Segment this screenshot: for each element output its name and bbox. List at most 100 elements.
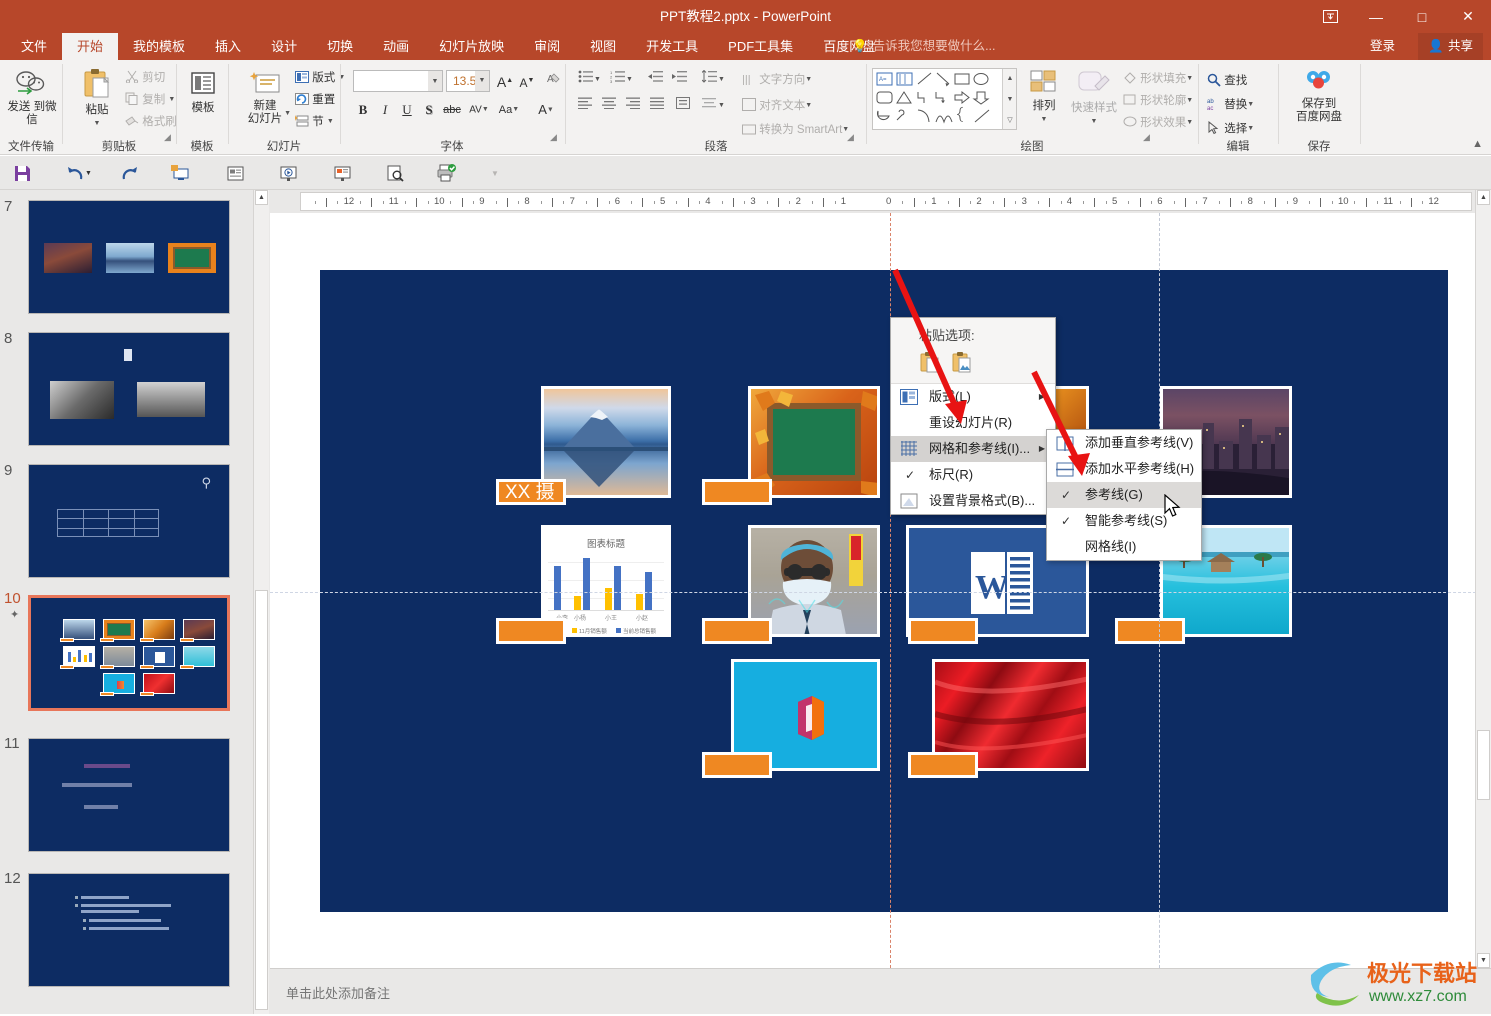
- context-menu-item-layout[interactable]: 版式(L) ▶: [891, 384, 1055, 410]
- vertical-guide-line-secondary[interactable]: [1159, 213, 1160, 968]
- increase-font-size-button[interactable]: A▲: [495, 71, 515, 91]
- arrange-button[interactable]: 排列 ▼: [1022, 68, 1066, 134]
- tab-insert[interactable]: 插入: [200, 33, 256, 60]
- present-icon[interactable]: [328, 160, 356, 186]
- canvas-scroll-up-icon[interactable]: ▲: [1477, 190, 1490, 205]
- paste-picture-icon[interactable]: [951, 351, 973, 376]
- underline-button[interactable]: U: [397, 100, 417, 120]
- tell-me-box[interactable]: 💡告诉我您想要做什么...: [852, 33, 996, 60]
- align-text-button[interactable]: 对齐文本▼: [742, 96, 826, 116]
- shape-gallery-more-icon[interactable]: ▽: [1003, 112, 1017, 128]
- convert-to-smartart-button[interactable]: 转换为 SmartArt▼: [742, 120, 852, 140]
- beach-caption[interactable]: [1115, 618, 1185, 644]
- numbering-button[interactable]: 123▼: [610, 70, 636, 90]
- maximize-button[interactable]: □: [1399, 0, 1445, 33]
- clipboard-dialog-launcher[interactable]: ◢: [164, 132, 173, 141]
- reset-button[interactable]: 重置: [295, 90, 339, 110]
- format-painter-button[interactable]: 格式刷: [125, 112, 173, 132]
- decrease-indent-button[interactable]: [648, 70, 670, 90]
- horizontal-ruler[interactable]: 1211109876543210123456789101112: [300, 192, 1472, 211]
- paste-button[interactable]: 粘贴 ▼: [73, 66, 121, 136]
- context-menu-item-grid-and-guides[interactable]: 网格和参考线(I)... ▶: [891, 436, 1055, 462]
- close-button[interactable]: ✕: [1445, 0, 1491, 33]
- redo-icon[interactable]: [114, 160, 142, 186]
- shape-gallery-scrollbar[interactable]: ▲ ▼ ▽: [1002, 69, 1016, 129]
- font-size-dropdown-arrow[interactable]: ▼: [475, 71, 489, 91]
- text-direction-button[interactable]: ||| 文字方向▼: [742, 70, 826, 90]
- arrange-dropdown-arrow[interactable]: ▼: [1041, 116, 1048, 123]
- shape-scroll-down-icon[interactable]: ▼: [1003, 91, 1017, 107]
- start-from-beginning-icon[interactable]: [166, 160, 194, 186]
- line-spacing-button[interactable]: ▼: [702, 70, 732, 90]
- print-icon[interactable]: [433, 160, 461, 186]
- character-spacing-button[interactable]: AV▼: [465, 100, 493, 120]
- doctor-caption[interactable]: [702, 618, 772, 644]
- clear-formatting-button[interactable]: A: [543, 71, 563, 91]
- thumbnail-scroll-up-icon[interactable]: ▲: [255, 190, 268, 205]
- slideshow-icon[interactable]: [274, 160, 302, 186]
- section-button[interactable]: 节 ▼: [295, 112, 339, 132]
- autumn-blackboard-caption[interactable]: [702, 479, 772, 505]
- font-name-dropdown-arrow[interactable]: ▼: [428, 71, 442, 91]
- office-logo-caption[interactable]: [702, 752, 772, 778]
- cut-button[interactable]: 剪切: [125, 68, 173, 88]
- bullets-button[interactable]: ▼: [578, 70, 604, 90]
- font-size-input[interactable]: 13.5 ▼: [446, 70, 490, 92]
- word-logo-caption[interactable]: [908, 618, 978, 644]
- red-silk-caption[interactable]: [908, 752, 978, 778]
- canvas-scrollbar-thumb[interactable]: [1477, 730, 1490, 800]
- columns-button[interactable]: ▼: [702, 96, 732, 116]
- send-to-wechat-button[interactable]: 发送 到微信: [6, 66, 58, 136]
- paste-dropdown-arrow[interactable]: ▼: [73, 117, 121, 130]
- change-case-button[interactable]: Aa▼: [495, 100, 523, 120]
- template-button[interactable]: 模板: [183, 66, 223, 136]
- justify-button[interactable]: [650, 96, 672, 116]
- find-button[interactable]: 查找: [1207, 70, 1271, 92]
- bold-button[interactable]: B: [353, 100, 373, 120]
- collapse-ribbon-button[interactable]: ▲: [1472, 138, 1483, 150]
- align-center-button[interactable]: [602, 96, 624, 116]
- new-slide-icon[interactable]: [221, 160, 249, 186]
- select-button[interactable]: 选择▼: [1207, 118, 1271, 140]
- copy-dropdown-arrow[interactable]: ▼: [168, 96, 175, 103]
- save-icon[interactable]: [8, 160, 36, 186]
- submenu-item-gridlines[interactable]: 网格线(I): [1047, 534, 1201, 560]
- tab-my-templates[interactable]: 我的模板: [118, 33, 200, 60]
- context-menu-item-ruler[interactable]: ✓ 标尺(R): [891, 462, 1055, 488]
- canvas-vertical-scrollbar[interactable]: ▲ ▼: [1475, 190, 1491, 968]
- preview-icon[interactable]: [381, 160, 409, 186]
- align-left-button[interactable]: [578, 96, 600, 116]
- shape-fill-button[interactable]: 形状填充▼: [1123, 69, 1195, 89]
- tab-home[interactable]: 开始: [62, 33, 118, 60]
- italic-button[interactable]: I: [375, 100, 395, 120]
- horizontal-guide-line[interactable]: [270, 592, 1491, 593]
- undo-dropdown-arrow[interactable]: ▼: [82, 160, 95, 186]
- context-menu[interactable]: 粘贴选项: 版式(L) ▶ 重设幻灯片(R) 网格和参考线(I)... ▶ ✓ …: [890, 317, 1056, 515]
- drawing-dialog-launcher[interactable]: ◢: [1143, 132, 1152, 141]
- bar-chart-caption[interactable]: [496, 618, 566, 644]
- share-button[interactable]: 👤共享: [1418, 33, 1483, 60]
- thumbnail-scrollbar-thumb[interactable]: [255, 590, 268, 1010]
- slide-editing-surface[interactable]: XX 摄 图表标题: [320, 270, 1448, 912]
- tab-transitions[interactable]: 切换: [312, 33, 368, 60]
- save-to-baidu-netdisk-button[interactable]: 保存到 百度网盘: [1287, 66, 1351, 136]
- context-menu-item-format-background[interactable]: 设置背景格式(B)...: [891, 488, 1055, 514]
- customize-qat-arrow[interactable]: ▼: [488, 160, 502, 186]
- shape-gallery[interactable]: A= ▲ ▼ ▽: [872, 68, 1017, 130]
- quick-styles-dropdown-arrow[interactable]: ▼: [1091, 118, 1098, 125]
- new-slide-dropdown-arrow[interactable]: ▼: [284, 107, 291, 120]
- tab-pdf-tools[interactable]: PDF工具集: [713, 33, 808, 60]
- ribbon-display-options-button[interactable]: [1307, 0, 1353, 33]
- paragraph-dialog-launcher[interactable]: ◢: [847, 132, 856, 141]
- replace-button[interactable]: abac 替换▼: [1207, 94, 1271, 116]
- distribute-text-button[interactable]: [676, 96, 698, 116]
- slide-thumbnail-pane[interactable]: 7 8 9 ⚲: [0, 190, 270, 1014]
- shape-scroll-up-icon[interactable]: ▲: [1003, 70, 1017, 86]
- tab-review[interactable]: 审阅: [519, 33, 575, 60]
- increase-indent-button[interactable]: [672, 70, 694, 90]
- align-right-button[interactable]: [626, 96, 648, 116]
- layout-button[interactable]: 版式 ▼: [295, 68, 339, 88]
- submenu-item-add-vertical-guide[interactable]: 添加垂直参考线(V): [1047, 430, 1201, 456]
- sign-in-button[interactable]: 登录: [1370, 33, 1395, 60]
- font-name-input[interactable]: ▼: [353, 70, 443, 92]
